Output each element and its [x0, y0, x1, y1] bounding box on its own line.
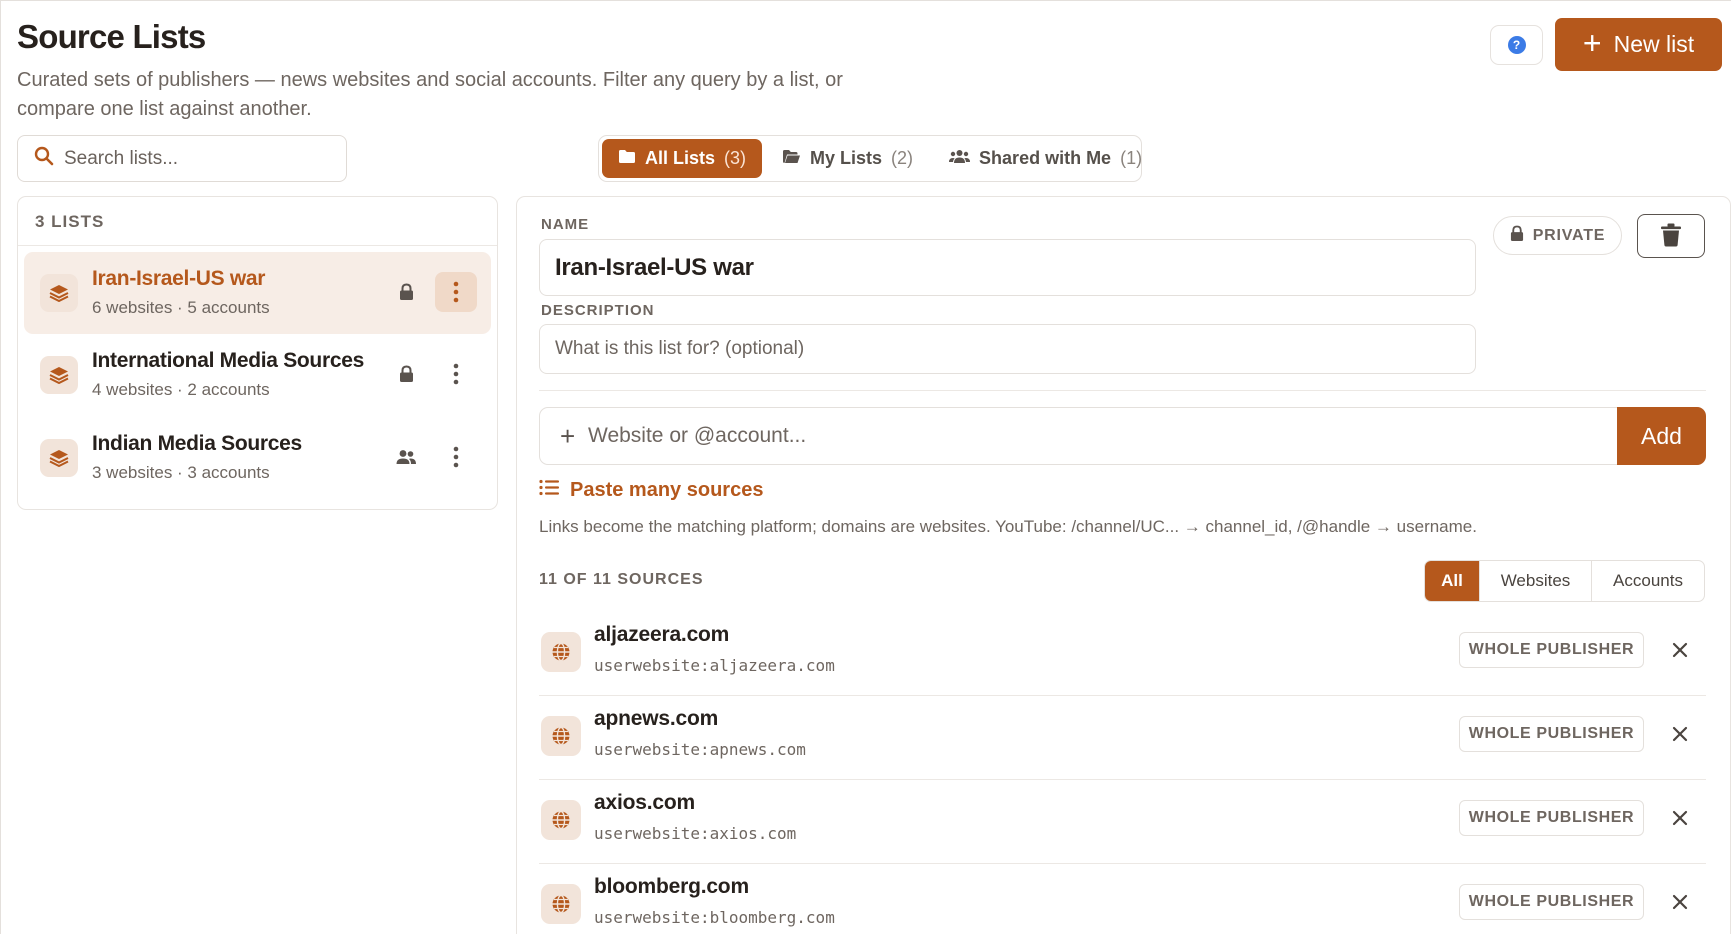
source-query: userwebsite:aljazeera.com	[594, 656, 835, 675]
lock-icon	[394, 362, 418, 386]
help-icon: ?	[1507, 36, 1526, 54]
trash-icon	[1660, 223, 1682, 250]
tab-label: My Lists	[810, 148, 883, 168]
lock-icon	[1510, 225, 1524, 247]
list-menu-button[interactable]	[435, 272, 477, 312]
source-row: aljazeera.com userwebsite:aljazeera.com …	[539, 612, 1706, 696]
globe-icon	[541, 632, 581, 672]
list-name: Iran-Israel-US war	[92, 267, 266, 290]
remove-source-button[interactable]	[1666, 888, 1694, 916]
filter-all[interactable]: All	[1425, 561, 1480, 601]
source-scope-badge[interactable]: WHOLE PUBLISHER	[1459, 632, 1644, 668]
source-query: userwebsite:bloomberg.com	[594, 908, 835, 927]
sources-count: 11 OF 11 SOURCES	[539, 571, 704, 588]
lock-icon	[394, 280, 418, 304]
search-box	[17, 135, 347, 182]
help-button[interactable]: ?	[1490, 25, 1543, 65]
tab-count: (3)	[724, 148, 747, 168]
parsing-hint: Links become the matching platform; doma…	[539, 517, 1477, 536]
close-icon	[1672, 642, 1688, 658]
source-scope-badge[interactable]: WHOLE PUBLISHER	[1459, 716, 1644, 752]
list-name: Indian Media Sources	[92, 432, 302, 455]
list-item[interactable]: Indian Media Sources 3 websites · 3 acco…	[24, 417, 491, 499]
stack-icon	[40, 274, 78, 312]
tab-my-lists[interactable]: My Lists (2)	[766, 139, 929, 178]
new-list-button[interactable]: + New list	[1555, 18, 1722, 71]
divider	[18, 245, 497, 246]
list-menu-button[interactable]	[435, 437, 477, 477]
close-icon	[1672, 810, 1688, 826]
list-icon	[539, 479, 559, 502]
remove-source-button[interactable]	[1666, 720, 1694, 748]
tab-count: (1)	[1120, 148, 1143, 168]
privacy-label: PRIVATE	[1532, 226, 1606, 244]
list-meta: 3 websites · 3 accounts	[92, 463, 270, 482]
source-row: bloomberg.com userwebsite:bloomberg.com …	[539, 864, 1706, 934]
globe-icon	[541, 716, 581, 756]
close-icon	[1672, 894, 1688, 910]
list-meta: 4 websites · 2 accounts	[92, 380, 270, 399]
tab-label: All Lists	[645, 148, 716, 168]
list-menu-button[interactable]	[435, 354, 477, 394]
search-icon	[34, 146, 54, 171]
stack-icon	[40, 356, 78, 394]
remove-source-button[interactable]	[1666, 636, 1694, 664]
folder-icon	[618, 148, 636, 169]
close-icon	[1672, 726, 1688, 742]
source-name: aljazeera.com	[594, 623, 730, 646]
add-source-row: + Add	[539, 407, 1706, 465]
list-filter-tabs: All Lists (3) My Lists (2) Shared with M…	[598, 135, 1142, 182]
list-meta: 6 websites · 5 accounts	[92, 298, 270, 317]
divider	[539, 390, 1706, 391]
source-scope-badge[interactable]: WHOLE PUBLISHER	[1459, 884, 1644, 920]
name-label: NAME	[541, 216, 590, 233]
tab-label: Shared with Me	[979, 148, 1112, 168]
source-row: apnews.com userwebsite:apnews.com WHOLE …	[539, 696, 1706, 780]
list-item[interactable]: International Media Sources 4 websites ·…	[24, 334, 491, 416]
source-query: userwebsite:apnews.com	[594, 740, 806, 759]
filter-websites[interactable]: Websites	[1480, 561, 1592, 601]
source-row: axios.com userwebsite:axios.com WHOLE PU…	[539, 780, 1706, 864]
add-source-input[interactable]	[588, 418, 1488, 454]
delete-list-button[interactable]	[1637, 214, 1705, 258]
list-name-field[interactable]	[539, 239, 1476, 296]
remove-source-button[interactable]	[1666, 804, 1694, 832]
page-title: Source Lists	[17, 18, 206, 55]
search-input[interactable]	[64, 147, 334, 170]
tab-count: (2)	[891, 148, 914, 168]
list-description-field[interactable]	[539, 324, 1476, 374]
stack-icon	[40, 439, 78, 477]
globe-icon	[541, 800, 581, 840]
people-icon	[394, 445, 418, 469]
add-source-button[interactable]: Add	[1617, 407, 1706, 465]
people-icon	[949, 148, 971, 169]
plus-icon: +	[1582, 25, 1602, 61]
source-name: apnews.com	[594, 707, 719, 730]
filter-accounts[interactable]: Accounts	[1592, 561, 1704, 601]
source-name: axios.com	[594, 791, 695, 814]
page-subtitle: Curated sets of publishers — news websit…	[17, 69, 843, 120]
plus-icon: +	[560, 421, 576, 451]
paste-label: Paste many sources	[570, 479, 764, 501]
privacy-toggle[interactable]: PRIVATE	[1493, 216, 1622, 255]
source-type-filter: All Websites Accounts	[1424, 560, 1705, 602]
new-list-label: New list	[1613, 31, 1695, 57]
lists-panel: 3 LISTS Iran-Israel-US war 6 websites · …	[17, 196, 498, 510]
list-item[interactable]: Iran-Israel-US war 6 websites · 5 accoun…	[24, 252, 491, 334]
lists-count: 3 LISTS	[35, 212, 105, 231]
tab-all-lists[interactable]: All Lists (3)	[602, 139, 763, 178]
description-label: DESCRIPTION	[541, 302, 655, 319]
open-folder-icon	[782, 148, 801, 169]
source-name: bloomberg.com	[594, 875, 749, 898]
list-name: International Media Sources	[92, 349, 364, 372]
source-scope-badge[interactable]: WHOLE PUBLISHER	[1459, 800, 1644, 836]
source-query: userwebsite:axios.com	[594, 824, 797, 843]
tab-shared-with-me[interactable]: Shared with Me (1)	[933, 139, 1158, 178]
globe-icon	[541, 884, 581, 924]
paste-many-sources-link[interactable]: Paste many sources	[539, 479, 763, 502]
